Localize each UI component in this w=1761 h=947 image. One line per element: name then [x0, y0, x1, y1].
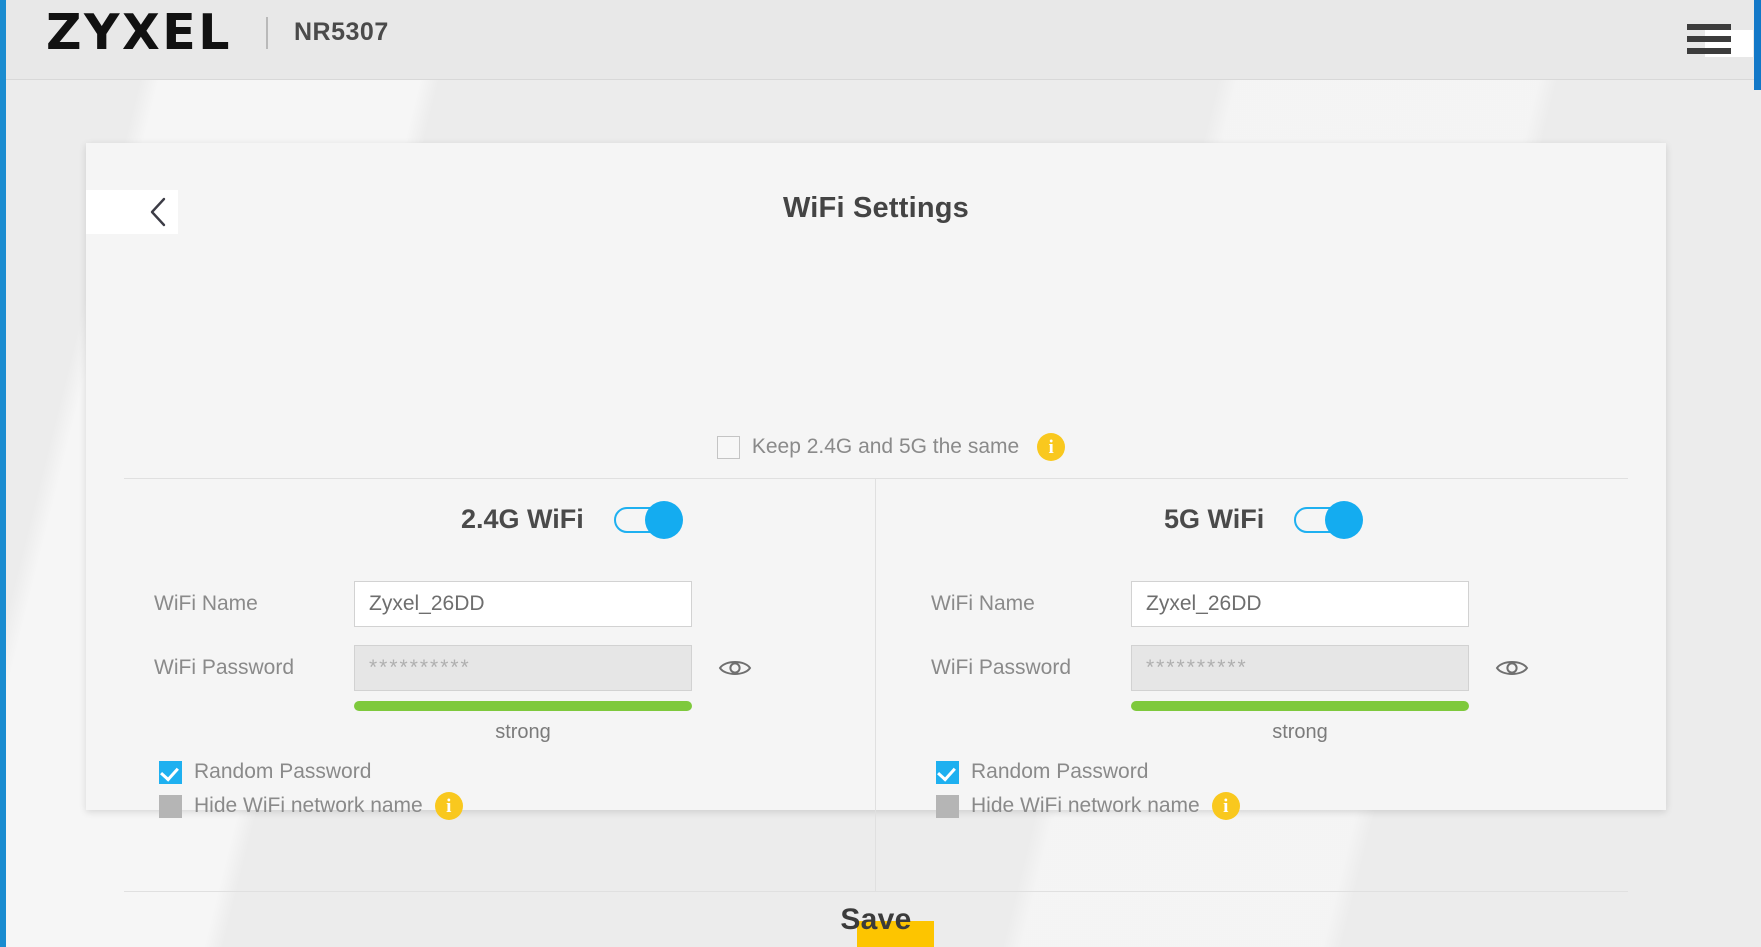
random-password-checkbox-5g[interactable]: [936, 760, 959, 784]
wifi-name-label-24g: WiFi Name: [154, 592, 258, 615]
hide-ssid-row-24g: Hide WiFi network name i: [159, 792, 463, 820]
band-toggle-5g[interactable]: [1294, 500, 1364, 539]
password-strength-bar-5g: [1131, 701, 1469, 711]
random-password-label-24g: Random Password: [194, 760, 372, 783]
password-strength-5g: strong: [1131, 701, 1469, 744]
password-strength-text-24g: strong: [495, 721, 551, 743]
hide-ssid-checkbox-5g[interactable]: [936, 794, 959, 818]
browser-edge-accent-right: [1754, 0, 1761, 90]
random-password-row-24g: Random Password: [159, 760, 371, 784]
wifi-password-row-5g: WiFi Password: [931, 645, 1529, 691]
menu-button[interactable]: [1683, 14, 1753, 66]
wifi-settings-card: WiFi Settings Keep 2.4G and 5G the same …: [86, 143, 1666, 947]
brand-separator: [266, 16, 268, 49]
zyxel-logo: ZYXEL: [46, 4, 232, 61]
hide-ssid-info-icon-5g[interactable]: i: [1211, 792, 1240, 820]
device-model-label: NR5307: [294, 18, 389, 46]
band-panel-5g: 5G WiFi WiFi Name WiFi Password strong R…: [876, 479, 1665, 891]
random-password-row-5g: Random Password: [936, 760, 1148, 784]
keep-same-checkbox[interactable]: [716, 435, 740, 459]
band-header-5g: 5G WiFi: [1164, 500, 1364, 539]
wifi-name-input-24g[interactable]: [354, 581, 692, 627]
eye-icon-24g[interactable]: [718, 656, 752, 680]
save-button-label: Save: [840, 903, 912, 936]
hide-ssid-label-24g: Hide WiFi network name: [194, 794, 423, 817]
hide-ssid-label-5g: Hide WiFi network name: [971, 794, 1200, 817]
keep-same-row: Keep 2.4G and 5G the same i: [86, 433, 1666, 461]
password-strength-text-5g: strong: [1272, 721, 1328, 743]
keep-same-label: Keep 2.4G and 5G the same: [751, 435, 1020, 458]
save-button[interactable]: Save: [838, 903, 935, 947]
app-header: ZYXEL NR5307: [6, 0, 1761, 80]
band-header-24g: 2.4G WiFi: [461, 500, 683, 539]
divider-bottom: [124, 891, 1628, 892]
random-password-label-5g: Random Password: [971, 760, 1149, 783]
band-title-24g: 2.4G WiFi: [461, 504, 584, 534]
wifi-password-input-24g[interactable]: [354, 645, 692, 691]
band-toggle-24g[interactable]: [613, 500, 683, 539]
keep-same-info-icon[interactable]: i: [1037, 433, 1066, 461]
password-strength-bar-24g: [354, 701, 692, 711]
wifi-name-row-5g: WiFi Name: [931, 581, 1469, 627]
wifi-password-label-5g: WiFi Password: [931, 656, 1072, 679]
brand: ZYXEL NR5307: [46, 8, 389, 57]
wifi-name-input-5g[interactable]: [1131, 581, 1469, 627]
wifi-password-row-24g: WiFi Password: [154, 645, 752, 691]
hide-ssid-checkbox-24g[interactable]: [159, 794, 182, 818]
password-strength-24g: strong: [354, 701, 692, 744]
page-title: WiFi Settings: [782, 192, 969, 224]
wifi-name-label-5g: WiFi Name: [931, 592, 1035, 615]
random-password-checkbox-24g[interactable]: [159, 760, 182, 784]
wifi-password-input-5g[interactable]: [1131, 645, 1469, 691]
browser-edge-accent-left: [0, 0, 6, 947]
hamburger-menu-icon[interactable]: [1687, 24, 1731, 56]
save-row: Save: [86, 903, 1666, 947]
wifi-name-row-24g: WiFi Name: [154, 581, 692, 627]
band-title-5g: 5G WiFi: [1164, 504, 1265, 534]
band-panel-24g: 2.4G WiFi WiFi Name WiFi Password strong…: [86, 479, 875, 891]
hide-ssid-info-icon-24g[interactable]: i: [434, 792, 463, 820]
eye-icon-5g[interactable]: [1495, 656, 1529, 680]
hide-ssid-row-5g: Hide WiFi network name i: [936, 792, 1240, 820]
wifi-password-label-24g: WiFi Password: [154, 656, 295, 679]
